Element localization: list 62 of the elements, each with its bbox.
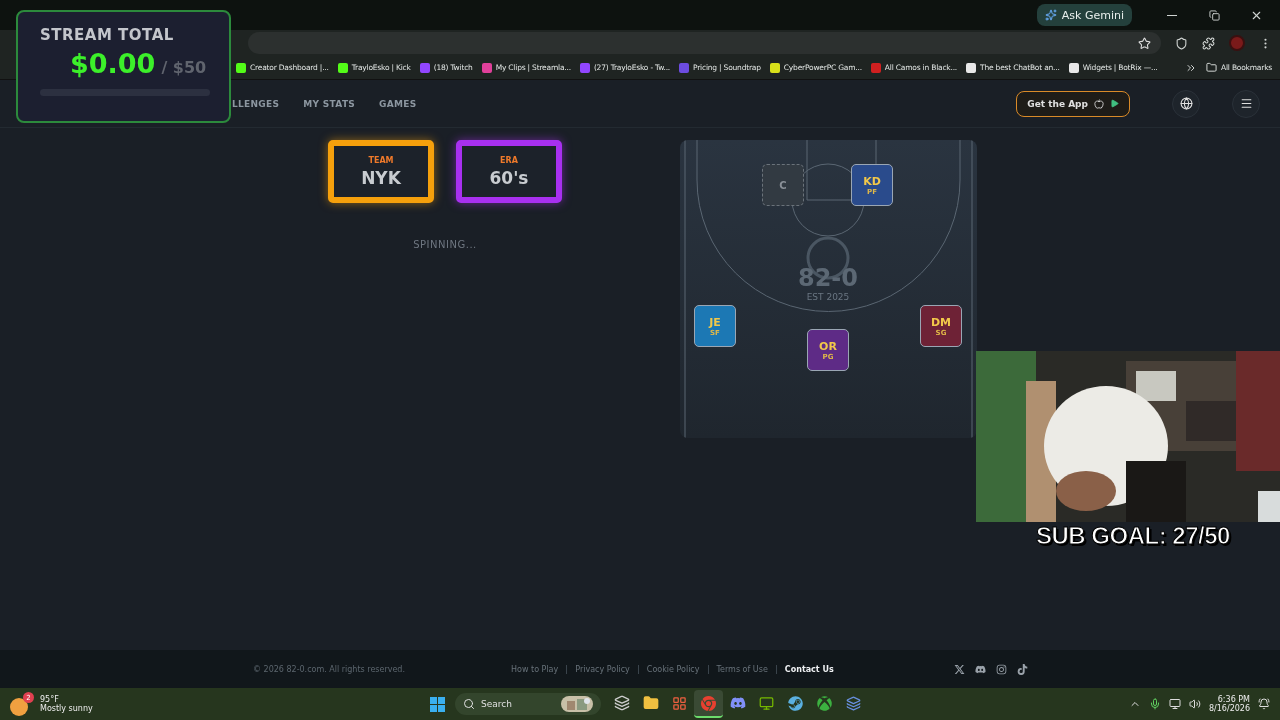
taskbar-app-button[interactable] — [694, 690, 723, 718]
clock-time: 6:36 PM — [1217, 695, 1250, 704]
taskbar-search-field[interactable]: Search — [455, 693, 601, 715]
court-logo: 82-0 — [797, 264, 859, 292]
tiktok-icon[interactable] — [1016, 663, 1028, 675]
extensions-button[interactable] — [1202, 36, 1215, 50]
volume-icon[interactable] — [1188, 698, 1201, 710]
folder-icon — [642, 695, 659, 711]
play-icon — [1110, 99, 1119, 108]
footer-link[interactable]: Cookie Policy — [646, 664, 700, 674]
ask-gemini-button[interactable]: Ask Gemini — [1036, 4, 1132, 26]
weather-text: Mostly sunny — [40, 704, 93, 713]
temperature-text: 95°F — [40, 695, 60, 704]
steam-icon — [788, 695, 803, 711]
instagram-icon[interactable] — [995, 663, 1007, 675]
stream-amount: $0.00 — [70, 48, 156, 79]
apple-icon — [1094, 98, 1104, 109]
chrome-icon — [701, 695, 716, 711]
language-button[interactable] — [1172, 89, 1200, 118]
stream-goal: / $50 — [161, 58, 207, 77]
shield-icon — [1175, 36, 1188, 50]
bell-icon[interactable] — [1258, 698, 1270, 710]
discord-icon[interactable] — [974, 663, 986, 675]
copyright-text: © 2026 82-0.com. All rights reserved. — [253, 664, 406, 674]
puzzle-icon — [1202, 36, 1215, 50]
star-icon — [1138, 36, 1151, 50]
discord-icon — [729, 695, 746, 711]
search-icon — [463, 698, 475, 710]
empty-position-slot[interactable]: C — [762, 164, 804, 206]
spinning-status: SPINNING... — [413, 239, 477, 250]
monitor-icon — [759, 695, 774, 711]
get-app-button[interactable]: Get the App — [1016, 90, 1130, 117]
clock-date: 8/16/2026 — [1208, 704, 1250, 713]
folder-icon — [1206, 62, 1217, 73]
footer-link[interactable]: Privacy Policy — [575, 664, 630, 674]
start-button[interactable] — [430, 696, 445, 712]
footer-link[interactable]: Terms of Use — [716, 664, 768, 674]
extension-button[interactable] — [1175, 36, 1188, 50]
sparkle-icon — [1044, 9, 1057, 21]
menu-button[interactable] — [1232, 89, 1260, 118]
card-value: 60's — [489, 167, 529, 188]
menu-icon — [1239, 97, 1253, 110]
court-logo-subtitle: EST 2025 — [806, 292, 850, 302]
globe-icon — [1179, 97, 1193, 110]
nav-link[interactable]: LLENGES — [232, 98, 280, 109]
store-icon — [672, 695, 687, 711]
sub-goal-text: SUB GOAL: 27/50 — [1036, 522, 1230, 550]
footer-link[interactable]: How to Play — [511, 664, 559, 674]
card-label: ERA — [500, 155, 518, 165]
footer-link[interactable]: Contact Us — [784, 664, 834, 674]
weather-icon[interactable] — [10, 698, 28, 716]
card-value: NYK — [361, 167, 401, 188]
nav-link[interactable]: GAMES — [379, 98, 417, 109]
restore-icon — [1208, 9, 1220, 21]
nav-link[interactable]: MY STATS — [303, 98, 356, 109]
x-icon[interactable] — [953, 663, 965, 675]
microphone-icon[interactable] — [1148, 698, 1161, 710]
minimize-icon — [1167, 14, 1177, 16]
card-label: TEAM — [368, 155, 394, 165]
network-icon[interactable] — [1168, 698, 1181, 710]
stream-total-title: STREAM TOTAL — [40, 26, 175, 44]
xbox-icon — [817, 695, 832, 711]
